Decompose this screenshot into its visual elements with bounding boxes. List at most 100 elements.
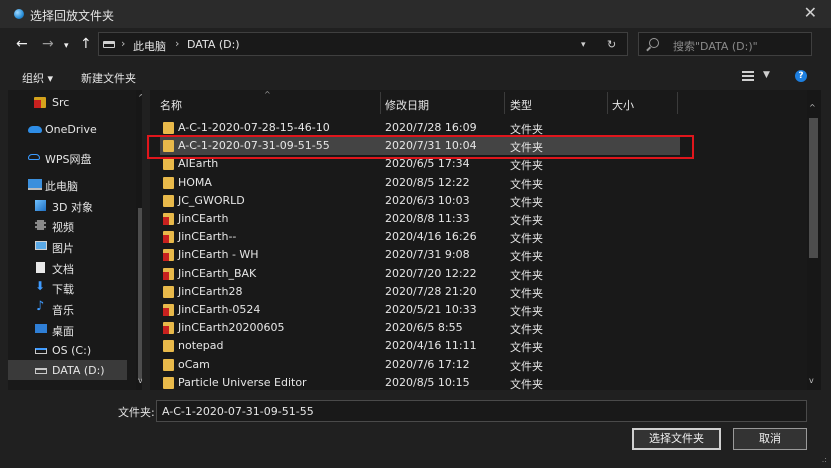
file-type: 文件夹: [510, 232, 543, 246]
cloud-icon: [28, 126, 42, 133]
drive-icon: [103, 41, 115, 48]
file-list-scrollbar[interactable]: ^ v: [807, 90, 821, 390]
nav-item-desktop[interactable]: 桌面: [8, 319, 127, 339]
breadcrumb-this-pc[interactable]: 此电脑: [133, 38, 166, 54]
column-header-row: 名称 ^ 修改日期 类型 大小: [150, 90, 821, 116]
up-arrow-icon[interactable]: ↑: [80, 37, 92, 51]
file-row[interactable]: JinCEarth28 2020/7/28 21:20 文件夹: [160, 283, 680, 301]
column-header-modified[interactable]: 修改日期: [385, 97, 429, 113]
nav-scrollbar-thumb[interactable]: [138, 208, 142, 380]
file-row[interactable]: JinCEarth_BAK 2020/7/20 12:22 文件夹: [160, 265, 680, 283]
file-modified-date: 2020/5/21 10:33: [385, 303, 477, 316]
file-modified-date: 2020/6/5 17:34: [385, 157, 470, 171]
app-folder-icon: [163, 231, 174, 244]
address-field[interactable]: › 此电脑 › DATA (D:) ▾ ↻: [98, 32, 628, 56]
file-modified-date: 2020/7/28 21:20: [385, 284, 477, 298]
nav-item-wps-cloud[interactable]: WPS网盘: [8, 147, 127, 167]
file-type: 文件夹: [510, 177, 543, 191]
drive-icon: [35, 348, 47, 354]
file-row[interactable]: Particle Universe Editor 2020/8/5 10:15 文件…: [160, 374, 680, 390]
select-folder-button[interactable]: 选择文件夹: [632, 428, 721, 450]
document-icon: [36, 262, 45, 273]
back-arrow-icon[interactable]: ←: [16, 37, 28, 51]
scroll-down-icon[interactable]: v: [809, 376, 814, 385]
app-icon: [34, 97, 46, 108]
cancel-button[interactable]: 取消: [733, 428, 807, 450]
column-divider[interactable]: [504, 92, 505, 114]
scroll-up-icon[interactable]: ^: [138, 93, 142, 102]
help-icon[interactable]: ?: [795, 70, 807, 82]
drive-icon: [35, 368, 47, 374]
nav-item-videos[interactable]: 视频: [8, 215, 127, 235]
file-type: 文件夹: [510, 159, 543, 173]
address-bar-row: ← → ▾ ↑ › 此电脑 › DATA (D:) ▾ ↻ 搜索"DATA (D…: [0, 28, 831, 62]
view-options-icon[interactable]: [742, 71, 754, 81]
app-folder-icon: [163, 213, 174, 225]
nav-item-data-d[interactable]: DATA (D:): [8, 360, 127, 380]
nav-item-this-pc[interactable]: 此电脑: [8, 174, 127, 194]
file-row[interactable]: notepad 2020/4/16 11:11 文件夹: [160, 337, 680, 355]
scroll-down-icon[interactable]: v: [138, 376, 142, 385]
search-placeholder: 搜索"DATA (D:)": [673, 40, 758, 53]
view-options-chevron-icon[interactable]: ▼: [763, 70, 770, 80]
file-type: 文件夹: [510, 341, 543, 355]
window-title: 选择回放文件夹: [30, 9, 115, 23]
file-row[interactable]: JinCEarth 2020/8/8 11:33 文件夹: [160, 210, 680, 228]
file-name: notepad: [178, 339, 224, 353]
breadcrumb-data-drive[interactable]: DATA (D:): [187, 38, 240, 51]
column-divider[interactable]: [607, 92, 608, 114]
column-divider[interactable]: [380, 92, 381, 114]
file-row[interactable]: oCam 2020/7/6 17:12 文件夹: [160, 356, 680, 374]
column-header-name[interactable]: 名称: [160, 97, 182, 113]
file-type: 文件夹: [510, 286, 543, 300]
nav-item-music[interactable]: ♪ 音乐: [8, 298, 127, 318]
file-row[interactable]: JinCEarth20200605 2020/6/5 8:55 文件夹: [160, 319, 680, 337]
file-row[interactable]: JC_GWORLD 2020/6/3 10:03 文件夹: [160, 192, 680, 210]
file-list-scrollbar-thumb[interactable]: [809, 118, 818, 258]
refresh-icon[interactable]: ↻: [607, 38, 616, 51]
nav-item-pictures[interactable]: 图片: [8, 236, 127, 256]
nav-item-3d-objects[interactable]: 3D 对象: [8, 195, 127, 215]
recent-locations-chevron-icon[interactable]: ▾: [64, 39, 69, 53]
nav-item-documents[interactable]: 文档: [8, 257, 127, 277]
cloud-outline-icon: [28, 154, 40, 160]
file-name: JinCEarth-0524: [178, 303, 261, 316]
organize-menu-button[interactable]: 组织 ▾: [22, 70, 53, 86]
title-bar: 选择回放文件夹 ✕: [0, 0, 831, 28]
column-header-size[interactable]: 大小: [612, 97, 634, 113]
sort-ascending-icon: ^: [264, 90, 271, 99]
nav-scrollbar[interactable]: ^ v: [136, 90, 142, 390]
nav-item-onedrive[interactable]: OneDrive: [8, 119, 127, 139]
file-modified-date: 2020/7/28 16:09: [385, 121, 477, 134]
nav-item-os-c[interactable]: OS (C:): [8, 340, 127, 360]
file-row[interactable]: JinCEarth - WH 2020/7/31 9:08 文件夹: [160, 246, 680, 264]
file-row[interactable]: JinCEarth-- 2020/4/16 16:26 文件夹: [160, 228, 680, 246]
file-name: JinCEarth--: [178, 230, 237, 244]
file-name: JinCEarth: [178, 212, 229, 225]
folder-name-input[interactable]: [156, 400, 807, 422]
nav-item-src[interactable]: Src: [8, 92, 127, 112]
file-name: Particle Universe Editor: [178, 375, 307, 389]
search-input[interactable]: 搜索"DATA (D:)": [638, 32, 812, 56]
file-modified-date: 2020/8/5 12:22: [385, 175, 470, 189]
forward-arrow-icon[interactable]: →: [42, 37, 54, 51]
file-row[interactable]: HOMA 2020/8/5 12:22 文件夹: [160, 174, 680, 192]
resize-grip-icon[interactable]: .:: [822, 455, 827, 464]
close-icon[interactable]: ✕: [804, 4, 817, 22]
scroll-up-icon[interactable]: ^: [809, 103, 816, 112]
column-header-type[interactable]: 类型: [510, 97, 532, 113]
app-folder-icon: [163, 249, 174, 262]
address-dropdown-chevron-icon[interactable]: ▾: [581, 40, 586, 50]
new-folder-button[interactable]: 新建文件夹: [81, 70, 136, 86]
app-folder-icon: [163, 304, 174, 316]
desktop-icon: [35, 324, 47, 333]
file-row[interactable]: JinCEarth-0524 2020/5/21 10:33 文件夹: [160, 301, 680, 319]
folder-icon: [163, 285, 174, 298]
column-divider[interactable]: [677, 92, 678, 114]
nav-item-downloads[interactable]: ⬇ 下载: [8, 277, 127, 297]
folder-icon: [163, 122, 174, 134]
file-name: JinCEarth20200605: [178, 321, 285, 335]
picture-icon: [35, 241, 47, 250]
folder-icon: [163, 340, 174, 353]
file-type: 文件夹: [510, 250, 543, 264]
